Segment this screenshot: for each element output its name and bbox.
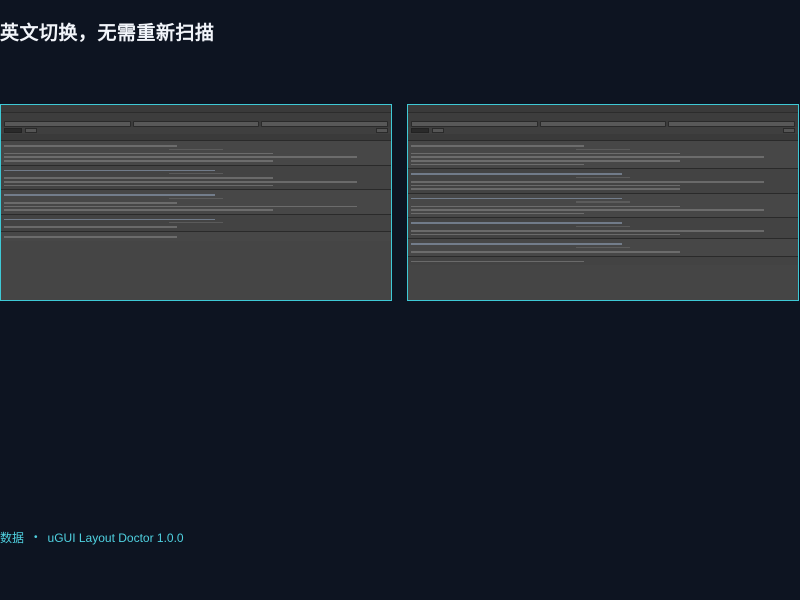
toolbar-button-2[interactable] bbox=[132, 120, 260, 127]
window-subheader bbox=[1, 113, 391, 120]
screenshot-english bbox=[407, 104, 799, 301]
issue-item[interactable] bbox=[408, 217, 798, 239]
separator-dot: • bbox=[34, 532, 38, 543]
issue-list bbox=[1, 140, 391, 241]
issue-item[interactable] bbox=[408, 192, 798, 218]
option-toggle[interactable] bbox=[376, 127, 388, 134]
filter-button[interactable] bbox=[25, 127, 37, 134]
filter-button[interactable] bbox=[432, 127, 444, 134]
filter-field[interactable] bbox=[4, 127, 22, 134]
issue-item[interactable] bbox=[1, 213, 391, 232]
footer-left-text: 数据 bbox=[0, 531, 25, 545]
issue-item[interactable] bbox=[408, 238, 798, 256]
issue-item[interactable] bbox=[408, 140, 798, 169]
issue-item[interactable] bbox=[408, 255, 798, 266]
window-titlebar bbox=[1, 105, 391, 113]
headline: 英文切换，无需重新扫描 bbox=[0, 23, 215, 44]
toolbar-button-3[interactable] bbox=[668, 120, 796, 127]
option-toggle[interactable] bbox=[783, 127, 795, 134]
issue-item[interactable] bbox=[1, 164, 391, 190]
issue-list bbox=[408, 140, 798, 266]
footer-note: 数据 • uGUI Layout Doctor 1.0.0 bbox=[0, 529, 184, 546]
toolbar-button-3[interactable] bbox=[261, 120, 389, 127]
window-titlebar bbox=[408, 105, 798, 113]
issue-item[interactable] bbox=[1, 140, 391, 165]
window-subheader bbox=[408, 113, 798, 120]
toolbar bbox=[1, 120, 391, 127]
filter-row bbox=[408, 127, 798, 134]
toolbar bbox=[408, 120, 798, 127]
toolbar-button-2[interactable] bbox=[539, 120, 667, 127]
toolbar-button-1[interactable] bbox=[411, 120, 538, 127]
issue-item[interactable] bbox=[1, 189, 391, 214]
filter-row bbox=[1, 127, 391, 134]
issue-item[interactable] bbox=[408, 168, 798, 193]
toolbar-button-1[interactable] bbox=[4, 120, 131, 127]
filter-field[interactable] bbox=[411, 127, 429, 134]
issue-item[interactable] bbox=[1, 231, 391, 241]
screenshot-chinese bbox=[0, 104, 392, 301]
product-version: uGUI Layout Doctor 1.0.0 bbox=[47, 530, 184, 545]
